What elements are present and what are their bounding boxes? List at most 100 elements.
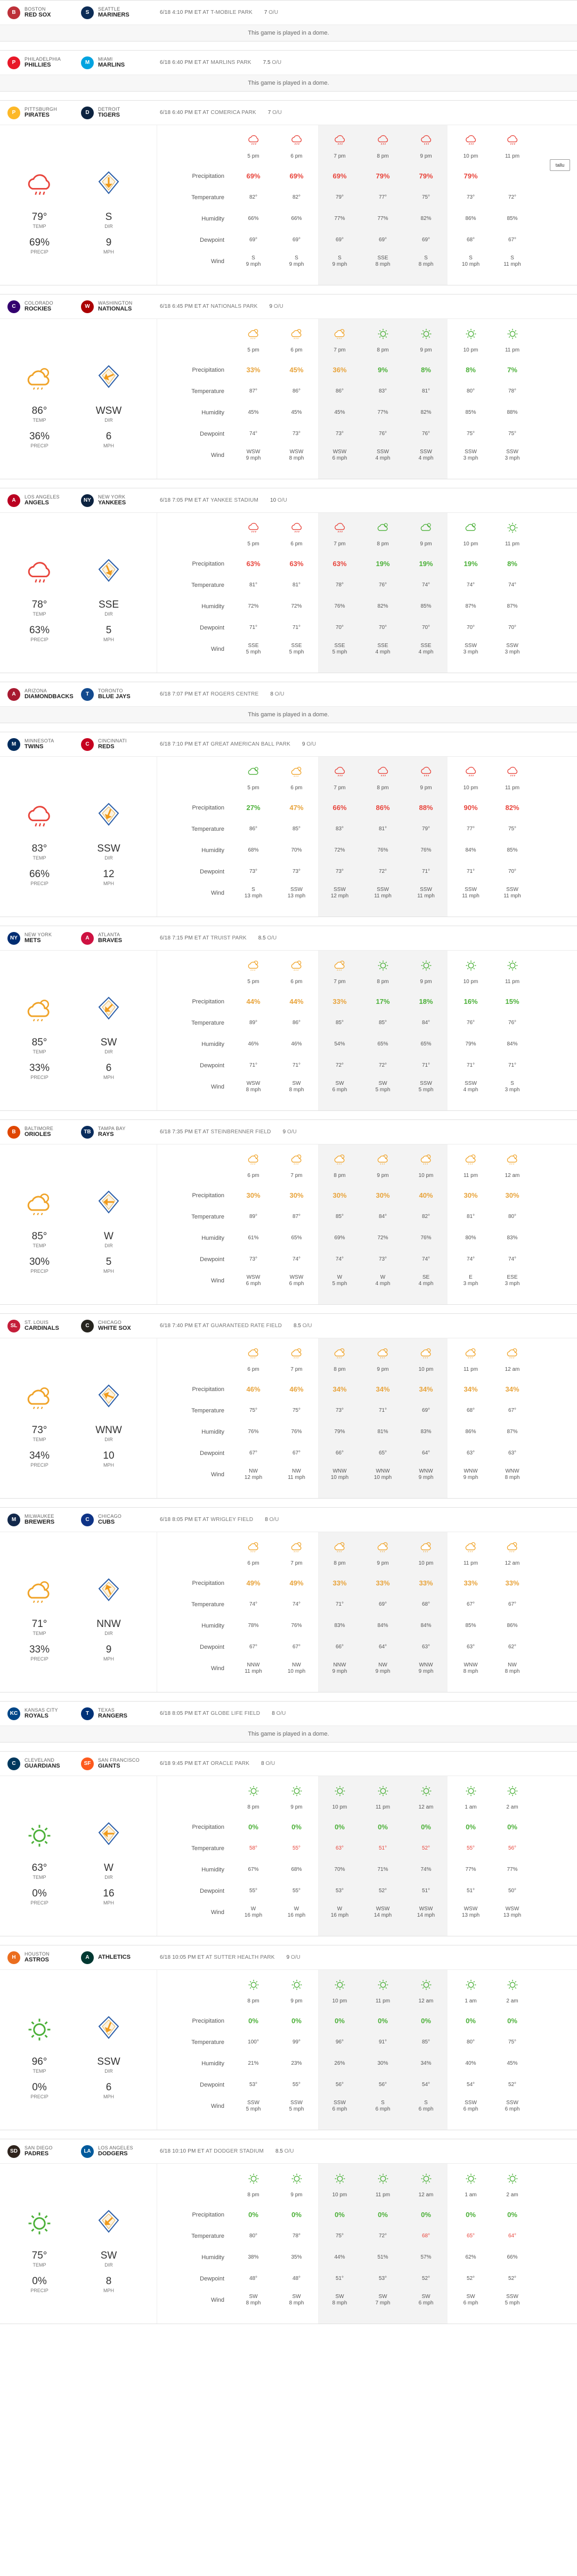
cloudsun-icon [232, 1541, 275, 1555]
humidity-value: 77% [334, 216, 345, 222]
home-team[interactable]: SF SAN FRANCISCO GIANTS [81, 1757, 155, 1770]
home-team[interactable]: LA LOS ANGELES DODGERS [81, 2145, 155, 2158]
dewpoint-value: 66° [335, 1450, 344, 1456]
wind-speed: 9 mph [246, 261, 261, 267]
team-name: NATIONALS [98, 306, 132, 313]
temp-value: 87° [249, 388, 258, 394]
over-under-value: 10 [270, 497, 277, 503]
over-under-unit: O/U [291, 1955, 300, 1960]
game-header: P PITTSBURGH PIRATES D DETROIT TIGERS 6/18 6:4… [0, 101, 577, 125]
dewpoint-value: 70° [508, 869, 517, 874]
away-team[interactable]: NY NEW YORK METS [7, 931, 81, 945]
away-team[interactable]: C COLORADO ROCKIES [7, 300, 81, 313]
temp-value: 74° [421, 582, 430, 588]
home-team[interactable]: D DETROIT TIGERS [81, 106, 155, 119]
over-under: 8 O/U [270, 691, 284, 697]
summary-temp-label: TEMP [32, 1049, 46, 1054]
wind-dir: WNW [505, 1468, 519, 1474]
hour-column: 11 pm 15% 76° 84% 71° S 3 mph [491, 951, 534, 1110]
hour-column: 1 am 0% 55° 77% 51° WSW 13 mph [448, 1776, 491, 1936]
wind-dir: SSW [247, 2100, 259, 2106]
home-team[interactable]: T TORONTO BLUE JAYS [81, 688, 155, 701]
dewpoint-value: 73° [249, 869, 258, 874]
dewpoint-value: 74° [508, 1256, 517, 1262]
game-header: H HOUSTON ASTROS A ATHLETICS 6/18 10:05 PM ET… [0, 1945, 577, 1970]
home-team[interactable]: TB TAMPA BAY RAYS [81, 1125, 155, 1139]
home-team[interactable]: M MIAMI MARLINS [81, 56, 155, 69]
wind-dir: W [337, 1274, 343, 1280]
home-team[interactable]: T TEXAS RANGERS [81, 1707, 155, 1720]
over-under-unit: O/U [267, 935, 277, 941]
home-team[interactable]: S SEATTLE MARINERS [81, 6, 155, 19]
wind-speed: 3 mph [505, 649, 520, 655]
away-team[interactable]: P PHILADELPHIA PHILLIES [7, 56, 81, 69]
wind-value: S6 mph [361, 2096, 404, 2117]
home-team[interactable]: W WASHINGTON NATIONALS [81, 300, 155, 313]
team-logo-icon: B [7, 6, 20, 19]
summary-wind-speed-label: MPH [103, 1269, 114, 1274]
over-under: 8 O/U [261, 1761, 275, 1767]
hour-time: 10 pm [418, 1173, 434, 1179]
away-team[interactable]: SD SAN DIEGO PADRES [7, 2145, 81, 2158]
precip-value: 8% [421, 366, 431, 374]
team-name: BREWERS [25, 1519, 55, 1526]
hour-time: 6 pm [290, 347, 303, 353]
team-logo-icon: A [7, 494, 20, 507]
humidity-value: 76% [420, 847, 432, 853]
cloudsun-icon [26, 1384, 53, 1414]
cloudsun-icon [404, 1153, 448, 1167]
away-team[interactable]: B BALTIMORE ORIOLES [7, 1125, 81, 1139]
humidity-value: 38% [248, 2254, 259, 2260]
wind-dir: SSW [420, 887, 432, 893]
humidity-value: 76% [291, 1429, 302, 1435]
rain-icon [361, 134, 404, 148]
summary-wind-speed-value: 6 [105, 2082, 112, 2093]
away-team[interactable]: A ARIZONA DIAMONDBACKS [7, 688, 81, 701]
humidity-value: 61% [248, 1235, 259, 1241]
summary-temp: 85° TEMP [18, 1037, 61, 1054]
away-team[interactable]: KC KANSAS CITY ROYALS [7, 1707, 81, 1720]
hourly-grid: Precipitation Temperature Humidity Dewpoint… [157, 1144, 577, 1304]
humidity-value: 45% [334, 410, 345, 415]
dewpoint-value: 73° [378, 1256, 387, 1262]
wind-dir: SSW [506, 449, 518, 455]
home-team[interactable]: NY NEW YORK YANKEES [81, 494, 155, 507]
hour-time: 12 am [418, 2192, 434, 2198]
away-team[interactable]: C CLEVELAND GUARDIANS [7, 1757, 81, 1770]
wind-speed: 8 mph [246, 2300, 261, 2306]
home-team[interactable]: C CHICAGO CUBS [81, 1513, 155, 1526]
away-team[interactable]: P PITTSBURGH PIRATES [7, 106, 81, 119]
hour-column: 8 pm 19% 76° 82% 70° SSE 4 mph [361, 513, 404, 673]
temp-value: 80° [466, 388, 475, 394]
away-team[interactable]: A LOS ANGELES ANGELS [7, 494, 81, 507]
wind-speed: 6 mph [463, 2106, 478, 2112]
humidity-value: 84% [377, 1623, 388, 1629]
home-team[interactable]: A ATLANTA BRAVES [81, 931, 155, 945]
away-team[interactable]: H HOUSTON ASTROS [7, 1951, 81, 1964]
wind-value: S 11 mph [491, 251, 534, 272]
wind-value: S9 mph [318, 251, 361, 272]
away-team[interactable]: M MILWAUKEE BREWERS [7, 1513, 81, 1526]
sun-icon [361, 328, 404, 341]
summary-precip-value: 34% [29, 1450, 50, 1461]
away-team[interactable]: M MINNESOTA TWINS [7, 738, 81, 751]
away-team[interactable]: B BOSTON RED SOX [7, 6, 81, 19]
wind-dir: SSW [334, 2100, 346, 2106]
summary-wind-speed-value: 8 [105, 2276, 112, 2287]
home-team[interactable]: A ATHLETICS [81, 1951, 155, 1964]
home-team[interactable]: C CINCINNATI REDS [81, 738, 155, 751]
summary-temp: 96° TEMP [18, 2056, 61, 2074]
away-team[interactable]: SL ST. LOUIS CARDINALS [7, 1319, 81, 1332]
dewpoint-value: 52° [508, 2276, 517, 2281]
wind-value: NW 8 mph [491, 1658, 534, 1679]
home-team[interactable]: C CHICAGO WHITE SOX [81, 1319, 155, 1332]
hour-column: 9 pm 30% 84° 72% 73° W 4 mph [361, 1144, 404, 1304]
game-time-location: 6/18 8:05 PM ET AT WRIGLEY FIELD [160, 1517, 253, 1523]
dewpoint-value: 52° [378, 1888, 387, 1894]
forecast-body: 63° TEMP 0% PRECIP W DIR 16 MPH Precipitation Tem… [0, 1776, 577, 1936]
wind-dir: SSW [465, 1081, 477, 1086]
wind-speed: 6 mph [332, 455, 347, 461]
rain-icon [491, 765, 534, 779]
wind-value: SSW 6 mph [451, 2096, 491, 2117]
team-name: RAYS [98, 1131, 114, 1138]
